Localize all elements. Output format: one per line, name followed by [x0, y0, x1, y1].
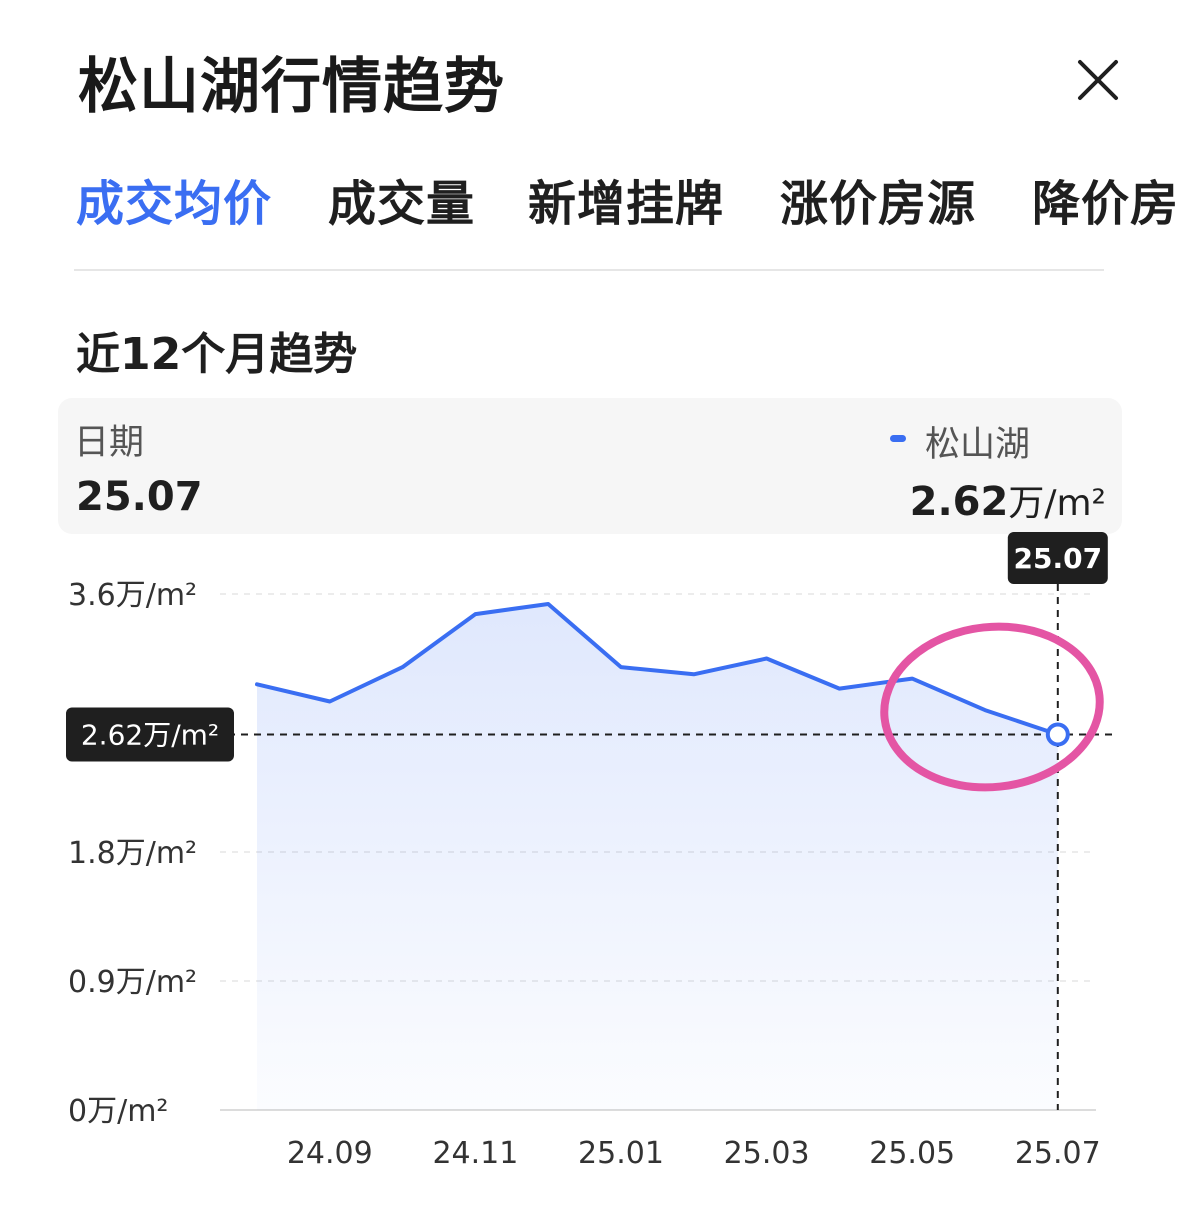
y-tick-label-2: 0.9万/m²	[68, 965, 197, 1000]
x-axis-labels: 24.09 24.11 25.01 25.03 25.05 25.07	[287, 1136, 1101, 1171]
data-point-24.12	[545, 601, 551, 607]
data-point-24.08	[254, 681, 260, 687]
data-point-25.05	[909, 676, 915, 682]
y-axis-labels: 3.6万/m² 1.8万/m² 0.9万/m² 0万/m²	[68, 578, 197, 1129]
y-value-tooltip-text: 2.62万/m²	[81, 718, 219, 751]
y-tick-label-3: 0万/m²	[68, 1094, 168, 1129]
x-value-tooltip-text: 25.07	[1014, 542, 1103, 575]
x-tick-label-5: 25.07	[1015, 1136, 1101, 1171]
x-tick-label-0: 24.09	[287, 1136, 373, 1171]
data-point-25.03	[764, 656, 770, 662]
data-point-24.10	[400, 664, 406, 670]
x-tick-label-4: 25.05	[869, 1136, 955, 1171]
y-tick-label-1: 1.8万/m²	[68, 836, 197, 871]
data-point-24.09	[327, 699, 333, 705]
data-point-25.01	[618, 664, 624, 670]
x-tick-label-3: 25.03	[724, 1136, 810, 1171]
data-point-25.02	[691, 671, 697, 677]
x-tick-label-1: 24.11	[432, 1136, 518, 1171]
x-tick-label-2: 25.01	[578, 1136, 664, 1171]
data-point-25.04	[836, 686, 842, 692]
selected-point-marker[interactable]	[1045, 722, 1070, 747]
data-point-24.11	[472, 611, 478, 617]
data-point-25.06	[982, 707, 988, 713]
price-trend-chart[interactable]: 3.6万/m² 1.8万/m² 0.9万/m² 0万/m² 24.09 24.11 25.…	[0, 0, 1179, 1207]
y-tick-label-0: 3.6万/m²	[68, 578, 197, 613]
